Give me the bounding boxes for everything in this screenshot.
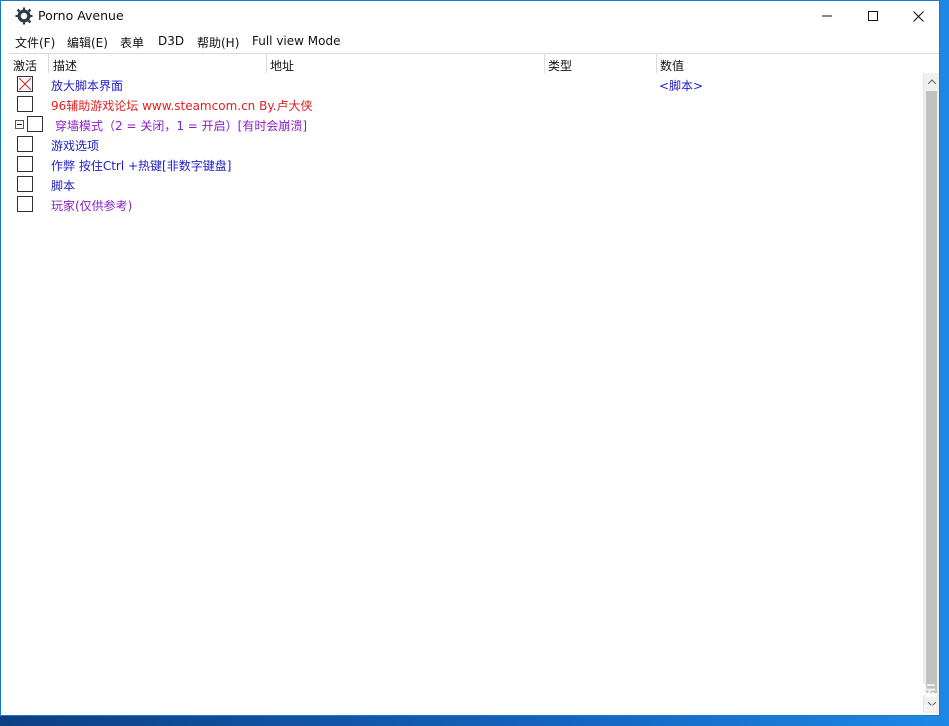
column-divider[interactable] xyxy=(48,54,49,74)
close-button[interactable] xyxy=(895,1,941,31)
checked-cross-icon xyxy=(18,77,32,91)
column-type[interactable]: 类型 xyxy=(548,57,572,74)
active-checkbox[interactable] xyxy=(17,156,33,172)
table-row[interactable]: 作弊 按住Ctrl +热键[非数字键盘] xyxy=(9,154,909,174)
table-row[interactable]: 放大脚本界面 <脚本> xyxy=(9,74,909,94)
menu-edit[interactable]: 编辑(E) xyxy=(67,34,108,51)
entry-description: 游戏选项 xyxy=(51,139,100,153)
table-row[interactable]: 玩家(仅供参考) xyxy=(9,194,909,214)
column-header: 激活 描述 地址 类型 数值 xyxy=(9,53,939,74)
column-divider[interactable] xyxy=(544,54,545,74)
site-watermark: 96辅助游戏论坛 www.steamcom.cn xyxy=(818,680,937,714)
table-row[interactable]: 穿墙模式（2 = 关闭，1 = 开启）[有时会崩溃] xyxy=(9,114,909,134)
column-active[interactable]: 激活 xyxy=(13,57,37,74)
close-icon xyxy=(912,10,924,22)
menu-full-view-mode[interactable]: Full view Mode xyxy=(252,34,340,48)
table-row[interactable]: 脚本 xyxy=(9,174,909,194)
scroll-up-button[interactable] xyxy=(924,73,939,90)
vertical-scrollbar[interactable] xyxy=(923,73,939,713)
active-checkbox[interactable] xyxy=(27,116,43,132)
collapse-minus-icon[interactable] xyxy=(15,120,24,129)
menu-bar: 文件(F) 编辑(E) 表单 D3D 帮助(H) Full view Mode xyxy=(1,31,939,51)
active-checkbox[interactable] xyxy=(17,196,33,212)
active-checkbox[interactable] xyxy=(17,176,33,192)
window-title: Porno Avenue xyxy=(38,8,124,23)
table-row[interactable]: 96辅助游戏论坛 www.steamcom.cn By.卢大侠 xyxy=(9,94,909,114)
maximize-icon xyxy=(868,11,878,21)
active-checkbox[interactable] xyxy=(17,96,33,112)
entry-value[interactable]: <脚本> xyxy=(659,77,703,94)
column-description[interactable]: 描述 xyxy=(53,57,77,74)
entry-description: 96辅助游戏论坛 www.steamcom.cn By.卢大侠 xyxy=(51,99,313,113)
entry-description: 放大脚本界面 xyxy=(51,79,124,93)
column-divider[interactable] xyxy=(266,54,267,74)
maximize-button[interactable] xyxy=(850,1,896,31)
entry-description: 穿墙模式（2 = 关闭，1 = 开启）[有时会崩溃] xyxy=(55,119,308,133)
minimize-button[interactable] xyxy=(804,1,850,31)
scroll-thumb[interactable] xyxy=(926,91,937,693)
app-window: Porno Avenue 文件(F) 编辑(E) 表单 D3D 帮助(H) Fu… xyxy=(0,0,940,716)
column-value[interactable]: 数值 xyxy=(660,57,684,74)
entry-description: 玩家(仅供参考) xyxy=(51,199,133,213)
active-checkbox[interactable] xyxy=(17,76,33,92)
column-address[interactable]: 地址 xyxy=(270,57,294,74)
entry-description: 脚本 xyxy=(51,179,76,193)
active-checkbox[interactable] xyxy=(17,136,33,152)
chevron-up-icon xyxy=(927,79,936,84)
watermark-line1: 96辅助游戏论坛 xyxy=(818,682,937,700)
cheat-table-list: 放大脚本界面 <脚本> 96辅助游戏论坛 www.steamcom.cn By.… xyxy=(9,73,922,713)
watermark-line2: www.steamcom.cn xyxy=(833,701,937,714)
menu-file[interactable]: 文件(F) xyxy=(15,34,55,51)
menu-help[interactable]: 帮助(H) xyxy=(197,34,239,51)
table-row[interactable]: 游戏选项 xyxy=(9,134,909,154)
entry-description: 作弊 按住Ctrl +热键[非数字键盘] xyxy=(51,159,232,173)
title-bar[interactable]: Porno Avenue xyxy=(1,1,939,31)
menu-d3d[interactable]: D3D xyxy=(158,34,184,48)
minimize-icon xyxy=(822,15,832,17)
cheat-engine-gear-icon xyxy=(15,7,33,25)
column-divider[interactable] xyxy=(656,54,657,74)
menu-table[interactable]: 表单 xyxy=(120,34,144,51)
